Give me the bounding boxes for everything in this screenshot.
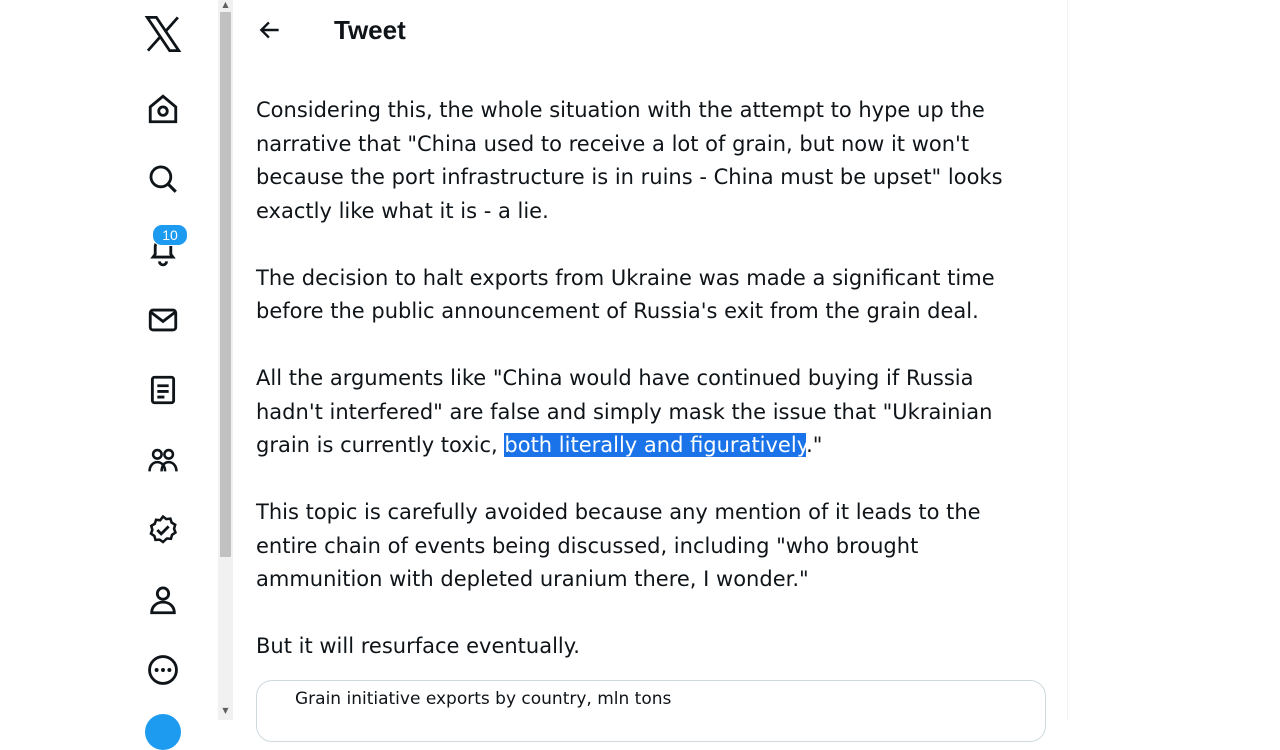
back-button[interactable]	[256, 14, 284, 46]
tweet-text-segment: ."	[806, 433, 823, 457]
tweet-paragraph: Considering this, the whole situation wi…	[256, 98, 1003, 223]
search-icon[interactable]	[143, 159, 183, 199]
scroll-down-arrow-icon[interactable]: ▼	[220, 706, 231, 716]
tweet-paragraph: All the arguments like "China would have…	[256, 362, 1056, 463]
more-icon[interactable]	[143, 650, 183, 690]
tweet-paragraph: This topic is carefully avoided because …	[256, 500, 981, 591]
tweet-text: Considering this, the whole situation wi…	[256, 94, 1056, 697]
scrollbar-thumb[interactable]	[220, 12, 231, 557]
sidebar	[0, 0, 218, 720]
post-button[interactable]	[145, 714, 181, 750]
scroll-up-arrow-icon[interactable]: ▲	[220, 0, 231, 10]
home-icon[interactable]	[143, 89, 183, 129]
tweet-paragraph: The decision to halt exports from Ukrain…	[256, 265, 995, 324]
verified-icon[interactable]	[143, 510, 183, 550]
back-arrow-icon	[259, 21, 279, 39]
column-divider	[1067, 0, 1068, 720]
x-logo-icon[interactable]	[141, 12, 185, 56]
media-card-title: Grain initiative exports by country, mln…	[295, 689, 672, 709]
notification-badge: 10	[152, 224, 188, 246]
lists-icon[interactable]	[143, 370, 183, 410]
tweet-paragraph: But it will resurface eventually.	[256, 634, 580, 658]
selected-text: both literally and figuratively	[504, 433, 807, 457]
communities-icon[interactable]	[143, 440, 183, 480]
messages-mail-icon[interactable]	[143, 300, 183, 340]
profile-icon[interactable]	[143, 580, 183, 620]
page-title: Tweet	[334, 15, 406, 45]
